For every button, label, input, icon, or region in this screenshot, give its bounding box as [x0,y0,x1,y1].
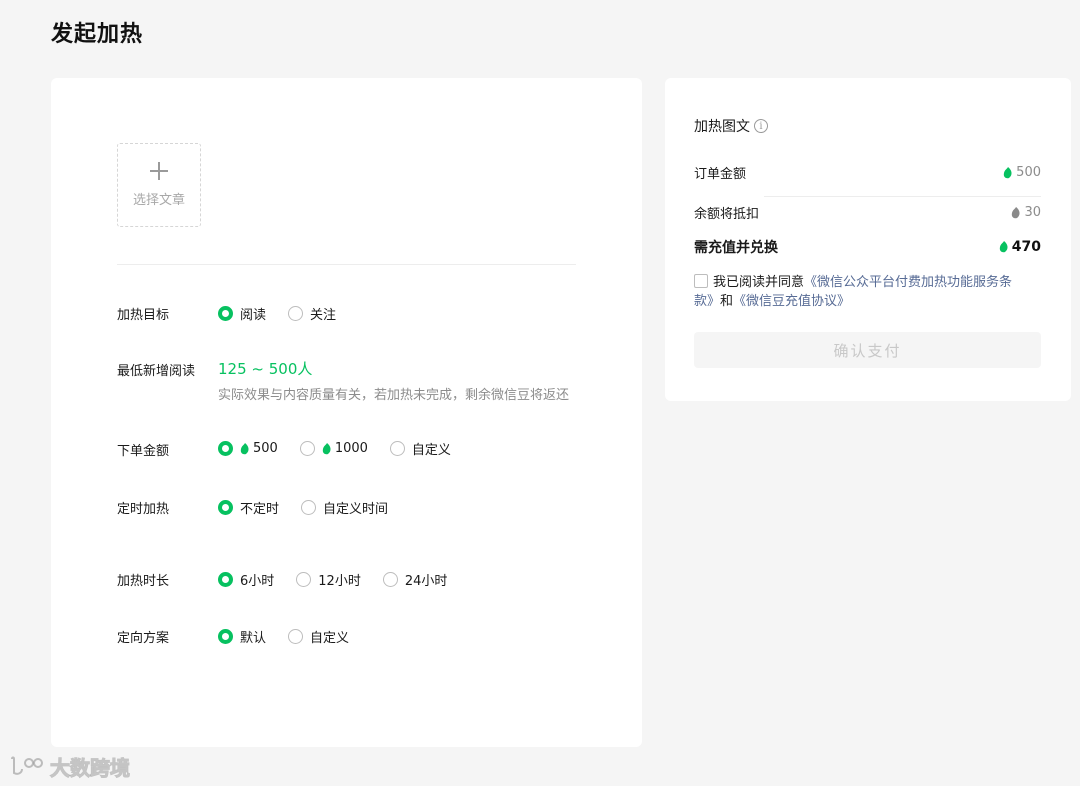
targeting-label: 定向方案 [117,631,170,646]
radio-icon[interactable] [288,306,304,321]
balance-deduct-row: 余额将抵扣 30 [694,203,1041,222]
radio-checked-icon[interactable] [218,441,233,456]
wechat-bean-icon [322,442,331,454]
order-amount-label: 订单金额 [694,167,747,182]
radio-checked-icon[interactable] [218,572,233,587]
radio-label: 24小时 [404,574,448,589]
schedule-label: 定时加热 [117,502,170,517]
divider [117,264,576,265]
radio-icon[interactable] [382,572,398,587]
confirm-pay-button[interactable]: 确认支付 [694,332,1041,368]
wechat-bean-icon [999,241,1008,253]
targeting-radio-group: 默认 自定义 [218,627,371,646]
watermark-logo-icon [11,756,43,775]
need-recharge-value: 470 [999,239,1041,255]
page-title: 发起加热 [51,22,144,47]
select-article-label: 选择文章 [132,193,185,208]
radio-icon[interactable] [299,441,315,456]
duration-label: 加热时长 [117,574,170,589]
amount-option-500[interactable]: 500 [218,441,278,456]
summary-title-text: 加热图文 [694,119,750,135]
amount-option-custom[interactable]: 自定义 [389,439,451,458]
target-option-follow[interactable]: 关注 [288,304,336,323]
min-reads-range: 125 ~ 500人 [218,360,313,378]
radio-label: 默认 [240,631,267,646]
radio-icon[interactable] [296,572,312,587]
schedule-radio-group: 不定时 自定义时间 [218,498,410,517]
order-amount-number: 500 [1016,165,1041,180]
radio-icon[interactable] [288,629,304,644]
radio-icon[interactable] [301,500,317,515]
radio-label: 自定义时间 [323,502,389,517]
target-radio-group: 阅读 关注 [218,304,358,323]
divider [764,196,1041,197]
radio-label: 自定义 [310,631,350,646]
need-recharge-number: 470 [1011,239,1041,255]
wechat-bean-icon [1003,166,1012,178]
watermark-text: 大数跨境 [50,756,131,781]
amount-radio-group: 500 1000 自定义 [218,439,473,458]
radio-label: 6小时 [240,574,275,589]
radio-label: 500 [253,441,278,456]
schedule-option-custom-time[interactable]: 自定义时间 [301,498,388,517]
min-reads-note: 实际效果与内容质量有关，若加热未完成，剩余微信豆将返还 [218,388,570,403]
radio-label: 1000 [334,441,368,456]
agreement: 我已阅读并同意《微信公众平台付费加热功能服务条款》和《微信豆充值协议》 [694,273,1014,311]
radio-checked-icon[interactable] [218,500,233,515]
amount-label: 下单金额 [117,444,170,459]
order-summary-card: 加热图文 i 订单金额 500 余额将抵扣 30 需充值并兑换 470 我已阅读… [665,78,1071,401]
watermark: 大数跨境 [8,752,131,781]
heat-config-card: 选择文章 加热目标 阅读 关注 最低新增阅读 125 ~ 500人 实际效果与内… [51,78,642,747]
amount-option-1000[interactable]: 1000 [299,441,368,456]
radio-label: 12小时 [318,574,361,589]
wechat-bean-icon [240,442,249,454]
info-icon[interactable]: i [754,119,768,133]
duration-radio-group: 6小时 12小时 24小时 [218,570,469,589]
min-reads-label: 最低新增阅读 [117,364,196,379]
radio-icon[interactable] [389,441,405,456]
balance-deduct-number: 30 [1024,205,1041,220]
agree-and: 和 [720,294,734,309]
duration-option-24h[interactable]: 24小时 [382,570,448,589]
balance-deduct-value: 30 [1011,205,1041,220]
radio-label: 不定时 [240,502,280,517]
wechat-bean-gray-icon [1012,206,1020,218]
targeting-option-custom[interactable]: 自定义 [288,627,349,646]
radio-label: 自定义 [411,443,451,458]
duration-option-6h[interactable]: 6小时 [218,570,274,589]
summary-title: 加热图文 i [694,116,768,136]
plus-icon [150,162,168,180]
need-recharge-label: 需充值并兑换 [694,240,778,256]
schedule-option-anytime[interactable]: 不定时 [218,498,279,517]
select-article-button[interactable]: 选择文章 [117,143,201,227]
target-option-read[interactable]: 阅读 [218,304,266,323]
order-amount-row: 订单金额 500 [694,163,1041,182]
radio-label: 阅读 [240,308,267,323]
balance-deduct-label: 余额将抵扣 [694,207,760,222]
target-label: 加热目标 [117,308,170,323]
radio-label: 关注 [310,308,337,323]
recharge-agreement-link[interactable]: 《微信豆充值协议》 [733,294,850,309]
agree-checkbox[interactable] [694,274,708,288]
radio-checked-icon[interactable] [218,306,233,321]
duration-option-12h[interactable]: 12小时 [296,570,361,589]
order-amount-value: 500 [1003,165,1041,180]
agree-prefix: 我已阅读并同意 [713,275,805,290]
radio-checked-icon[interactable] [218,629,233,644]
targeting-option-default[interactable]: 默认 [218,627,266,646]
need-recharge-row: 需充值并兑换 470 [694,237,1041,257]
